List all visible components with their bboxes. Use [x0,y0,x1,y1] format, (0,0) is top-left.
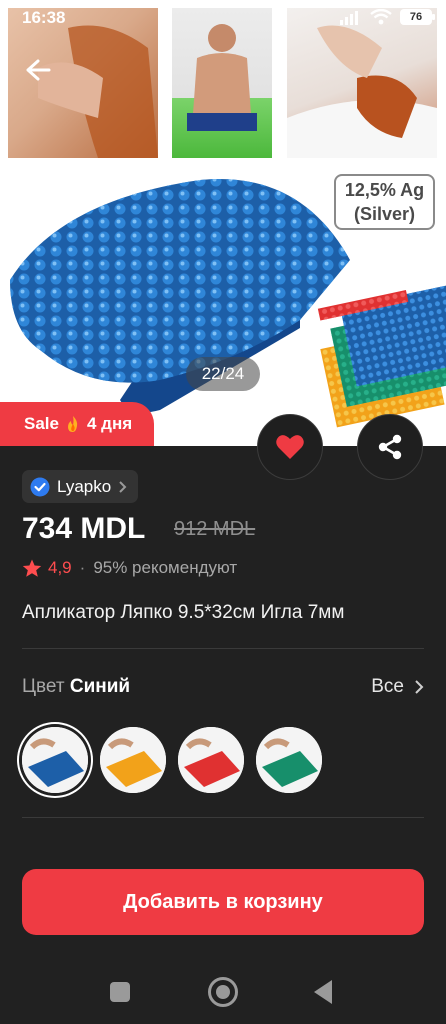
status-time: 16:38 [22,8,66,27]
product-image-gallery[interactable]: 12,5% Ag (Silver) 22/24 [0,0,446,446]
chevron-right-icon [119,480,127,493]
back-button[interactable] [18,52,58,88]
see-all-label: Все [371,676,404,697]
battery-icon: 76 [400,9,435,25]
add-to-cart-button[interactable]: Добавить в корзину [22,869,424,935]
share-icon [378,434,402,460]
gallery-thumbnail-3 [287,8,437,158]
current-price: 734 MDL [22,512,146,545]
swatch-blue[interactable] [22,727,88,793]
divider [22,648,424,649]
separator-dot: · [79,558,86,577]
wifi-icon [370,9,392,25]
rating-row[interactable]: 4,9 · 95% рекомендуют [22,558,237,578]
heart-icon [276,435,304,459]
verified-icon [30,477,50,496]
status-icons: 76 [340,8,435,26]
system-navigation-bar [0,960,446,1024]
sale-days: 4 дня [86,414,133,433]
color-label: Цвет [22,676,65,697]
favorite-button[interactable] [257,414,323,480]
home-button[interactable] [208,977,238,1007]
old-price: 912 MDL [174,518,256,540]
sale-tag: Sale 4 дня [0,402,155,446]
signal-icon [340,11,358,25]
color-value: Синий [69,676,131,697]
see-all-colors[interactable]: Все [371,676,424,698]
system-back-button[interactable] [314,980,332,1004]
swatch-green[interactable] [256,727,322,793]
color-swatches [22,727,322,793]
color-selector-header[interactable]: Цвет Синий Все [22,676,424,698]
fire-icon [67,416,78,432]
back-arrow-icon [26,59,51,81]
divider [22,817,424,818]
brand-name: Lyapko [57,476,112,496]
swatch-red[interactable] [178,727,244,793]
chevron-right-icon [415,680,424,694]
sale-label: Sale [24,414,59,433]
recommend-text: 95% рекомендуют [93,558,238,577]
brand-chip[interactable]: Lyapko [22,470,139,503]
gallery-thumbnail-2 [172,8,272,158]
star-icon [22,559,42,577]
recent-apps-button[interactable] [110,982,130,1002]
share-button[interactable] [357,414,423,480]
swatch-orange[interactable] [100,727,166,793]
rating-value: 4,9 [48,558,72,577]
gallery-counter: 22/24 [186,357,260,391]
product-title: Апликатор Ляпко 9.5*32см Игла 7мм [22,602,345,623]
